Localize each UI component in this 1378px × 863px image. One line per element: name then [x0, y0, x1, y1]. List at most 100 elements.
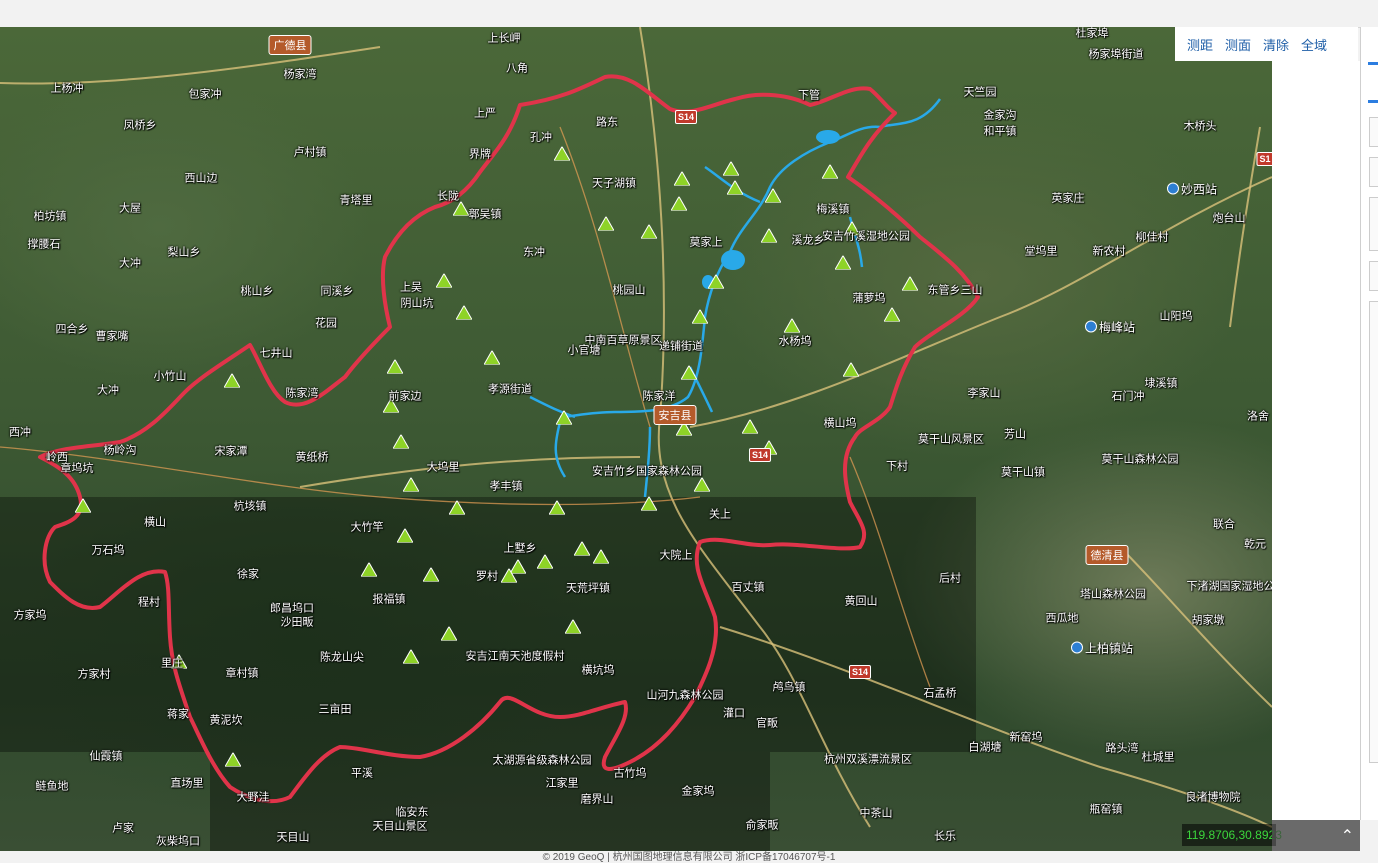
scenic-area-marker[interactable] [75, 498, 91, 513]
scenic-area-marker[interactable] [723, 161, 739, 176]
place-label: 李家山 [967, 387, 1001, 400]
place-label: 新农村 [1092, 245, 1126, 258]
scenic-area-marker[interactable] [593, 549, 609, 564]
scenic-area-marker[interactable] [484, 350, 500, 365]
scenic-area-marker[interactable] [727, 180, 743, 195]
copyright-notice: © 2019 GeoQ | 杭州国图地理信息有限公司 浙ICP备17046707… [0, 851, 1378, 863]
station-label[interactable]: 妙西站 [1166, 181, 1217, 198]
place-label: 埭溪镇 [1144, 377, 1178, 390]
place-label: 杨家埠街道 [1088, 48, 1144, 61]
scenic-area-marker[interactable] [822, 164, 838, 179]
collapse-panel-button[interactable]: ⌃ [1272, 820, 1360, 852]
scenic-area-marker[interactable] [641, 224, 657, 239]
scenic-area-marker[interactable] [692, 309, 708, 324]
place-label: 古竹坞 [613, 767, 647, 780]
scenic-area-marker[interactable] [225, 752, 241, 767]
panel-control[interactable] [1369, 301, 1378, 763]
county-label[interactable]: 德清县 [1085, 545, 1129, 565]
scenic-area-marker[interactable] [387, 359, 403, 374]
panel-control[interactable] [1369, 117, 1378, 147]
scenic-area-marker[interactable] [449, 500, 465, 515]
scenic-area-marker[interactable] [501, 568, 517, 583]
place-label: 黄泥坎 [209, 714, 243, 727]
scenic-area-marker[interactable] [565, 619, 581, 634]
scenic-area-marker[interactable] [224, 373, 240, 388]
station-label[interactable]: 上柏镇站 [1070, 640, 1133, 657]
place-label: 和平镇 [983, 125, 1017, 138]
station-label[interactable]: 梅峰站 [1084, 319, 1135, 336]
panel-control[interactable] [1369, 261, 1378, 291]
county-label[interactable]: 广德县 [268, 35, 312, 55]
scenic-area-marker[interactable] [361, 562, 377, 577]
place-label: 撑腰石 [27, 238, 61, 251]
scenic-area-marker[interactable] [453, 201, 469, 216]
place-label: 花园 [315, 317, 337, 330]
panel-control[interactable] [1369, 197, 1378, 251]
scenic-area-marker[interactable] [537, 554, 553, 569]
place-label: 上长岬 [487, 32, 521, 45]
place-label: 长乐 [934, 830, 956, 843]
place-label: 孝丰镇 [489, 480, 523, 493]
scenic-area-marker[interactable] [403, 649, 419, 664]
place-label: 宋家潭 [214, 445, 248, 458]
scenic-area-marker[interactable] [681, 365, 697, 380]
scenic-area-marker[interactable] [456, 305, 472, 320]
scenic-area-marker[interactable] [393, 434, 409, 449]
full-extent-button[interactable]: 全域 [1301, 35, 1327, 54]
place-label: 蒲萝坞 [852, 292, 886, 305]
place-label: 陈家洋 [642, 390, 676, 403]
county-boundary [38, 74, 980, 804]
coordinate-readout: 119.8706,30.8923 [1182, 824, 1282, 846]
scenic-area-marker[interactable] [436, 273, 452, 288]
scenic-area-marker[interactable] [556, 410, 572, 425]
place-label: 上杨冲 [50, 82, 84, 95]
place-label: 罗村 [476, 570, 498, 583]
road [849, 456, 931, 688]
scenic-area-marker[interactable] [423, 567, 439, 582]
scenic-area-marker[interactable] [761, 228, 777, 243]
place-label: 中茶山 [859, 807, 893, 820]
measure-area-button[interactable]: 测面 [1225, 35, 1251, 54]
scenic-area-marker[interactable] [674, 171, 690, 186]
scenic-area-marker[interactable] [397, 528, 413, 543]
scenic-area-marker[interactable] [784, 318, 800, 333]
scenic-area-marker[interactable] [671, 196, 687, 211]
place-label: 临安东 [395, 806, 429, 819]
highway-shield: S14 [674, 110, 698, 124]
place-label: 小竹山 [153, 370, 187, 383]
place-label: 杨家湾 [283, 68, 317, 81]
place-label: 界牌 [469, 148, 491, 161]
place-label: 西冲 [9, 426, 31, 439]
satellite-map[interactable]: 广德县 安吉县 德清县 S14 S14 S14 S1 妙西站 梅峰站 上柏镇站 … [0, 27, 1272, 851]
scenic-area-marker[interactable] [554, 146, 570, 161]
scenic-area-marker[interactable] [641, 496, 657, 511]
clear-button[interactable]: 清除 [1263, 35, 1289, 54]
scenic-area-marker[interactable] [742, 419, 758, 434]
place-label: 程村 [138, 596, 160, 609]
panel-control[interactable] [1369, 157, 1378, 187]
county-label[interactable]: 安吉县 [653, 405, 697, 425]
scenic-area-marker[interactable] [765, 188, 781, 203]
scenic-area-marker[interactable] [549, 500, 565, 515]
place-label: 长陇 [437, 190, 459, 203]
measure-distance-button[interactable]: 测距 [1187, 35, 1213, 54]
scenic-area-marker[interactable] [902, 276, 918, 291]
scenic-area-marker[interactable] [884, 307, 900, 322]
place-label: 横坑坞 [581, 664, 615, 677]
scenic-area-marker[interactable] [441, 626, 457, 641]
place-label: 金家沟 [983, 109, 1017, 122]
scenic-area-marker[interactable] [574, 541, 590, 556]
place-label: 天竺园 [963, 86, 997, 99]
place-label: 大冲 [97, 384, 119, 397]
scenic-area-marker[interactable] [598, 216, 614, 231]
place-label: 上吴 [400, 281, 422, 294]
scenic-area-marker[interactable] [835, 255, 851, 270]
road [0, 46, 381, 85]
scenic-area-marker[interactable] [843, 362, 859, 377]
scenic-area-marker[interactable] [694, 477, 710, 492]
place-label: 安吉竹乡国家森林公园 [592, 465, 702, 478]
scenic-area-marker[interactable] [708, 274, 724, 289]
scenic-area-marker[interactable] [403, 477, 419, 492]
place-label: 横山坞 [823, 417, 857, 430]
place-label: 郎昌坞口 [270, 602, 314, 615]
